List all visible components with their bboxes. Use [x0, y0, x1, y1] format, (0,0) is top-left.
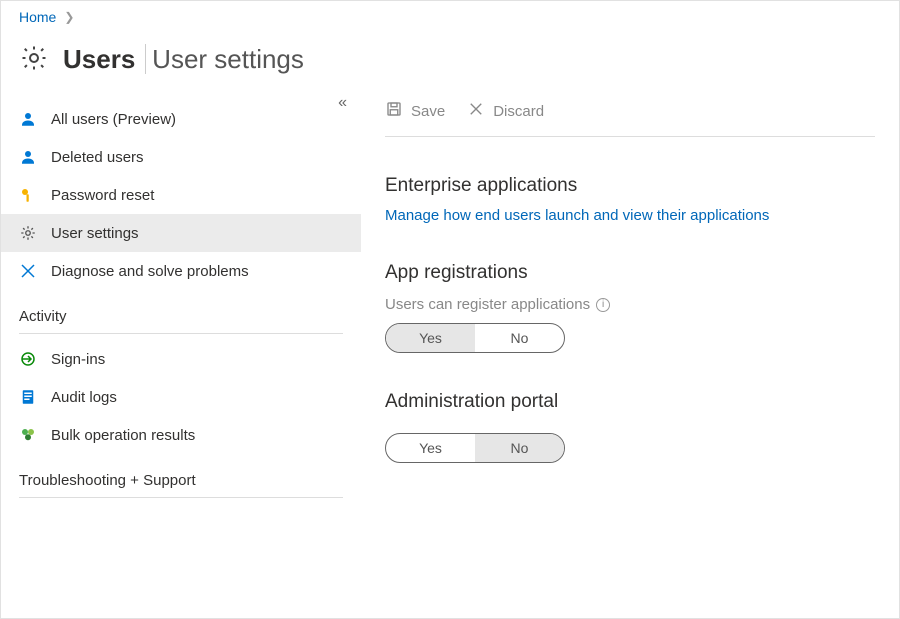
sidebar-item-label: Bulk operation results: [51, 427, 195, 444]
sidebar: « All users (Preview) Deleted users Pass…: [1, 94, 361, 611]
page-title-row: Users User settings: [1, 29, 899, 94]
breadcrumb: Home ❯: [1, 1, 899, 29]
key-icon: [19, 186, 37, 204]
collapse-icon[interactable]: «: [338, 94, 347, 112]
sidebar-item-deleted-users[interactable]: Deleted users: [1, 138, 361, 176]
wrench-icon: [19, 262, 37, 280]
save-button[interactable]: Save: [385, 100, 445, 122]
sidebar-section-activity: Activity: [19, 290, 343, 334]
adminportal-toggle-yes[interactable]: Yes: [386, 434, 475, 462]
sidebar-item-label: User settings: [51, 225, 139, 242]
appreg-field-label: Users can register applications i: [385, 296, 875, 313]
sidebar-item-label: Audit logs: [51, 389, 117, 406]
sidebar-item-password-reset[interactable]: Password reset: [1, 176, 361, 214]
appreg-toggle-yes[interactable]: Yes: [386, 324, 475, 352]
discard-label: Discard: [493, 103, 544, 120]
sidebar-item-label: Password reset: [51, 187, 154, 204]
sidebar-item-sign-ins[interactable]: Sign-ins: [1, 340, 361, 378]
sidebar-item-user-settings[interactable]: User settings: [1, 214, 361, 252]
signin-icon: [19, 350, 37, 368]
save-icon: [385, 100, 403, 122]
save-label: Save: [411, 103, 445, 120]
appreg-field-text: Users can register applications: [385, 296, 590, 313]
section-appreg-title: App registrations: [385, 262, 875, 284]
info-icon[interactable]: i: [596, 298, 610, 312]
gear-icon: [19, 224, 37, 242]
section-enterprise-title: Enterprise applications: [385, 175, 875, 197]
sidebar-item-diagnose[interactable]: Diagnose and solve problems: [1, 252, 361, 290]
adminportal-toggle[interactable]: Yes No: [385, 433, 565, 463]
appreg-toggle[interactable]: Yes No: [385, 323, 565, 353]
toolbar: Save Discard: [385, 94, 875, 137]
breadcrumb-home[interactable]: Home: [19, 9, 56, 25]
chevron-right-icon: ❯: [64, 10, 74, 24]
sidebar-item-audit-logs[interactable]: Audit logs: [1, 378, 361, 416]
adminportal-toggle-no[interactable]: No: [475, 434, 564, 462]
sidebar-section-troubleshoot: Troubleshooting + Support: [19, 454, 343, 498]
sidebar-item-label: All users (Preview): [51, 111, 176, 128]
sidebar-item-label: Diagnose and solve problems: [51, 263, 249, 280]
gear-icon: [19, 43, 49, 76]
discard-icon: [467, 100, 485, 122]
main-content: Save Discard Enterprise applications Man…: [361, 94, 899, 611]
sidebar-item-label: Deleted users: [51, 149, 144, 166]
user-icon: [19, 110, 37, 128]
discard-button[interactable]: Discard: [467, 100, 544, 122]
page-title: Users: [63, 44, 135, 74]
enterprise-manage-link[interactable]: Manage how end users launch and view the…: [385, 207, 875, 224]
user-icon: [19, 148, 37, 166]
sidebar-item-all-users[interactable]: All users (Preview): [1, 100, 361, 138]
sidebar-item-label: Sign-ins: [51, 351, 105, 368]
bulk-icon: [19, 426, 37, 444]
log-icon: [19, 388, 37, 406]
appreg-toggle-no[interactable]: No: [475, 324, 564, 352]
section-adminportal-title: Administration portal: [385, 391, 875, 413]
sidebar-item-bulk-results[interactable]: Bulk operation results: [1, 416, 361, 454]
page-subtitle: User settings: [145, 44, 304, 74]
